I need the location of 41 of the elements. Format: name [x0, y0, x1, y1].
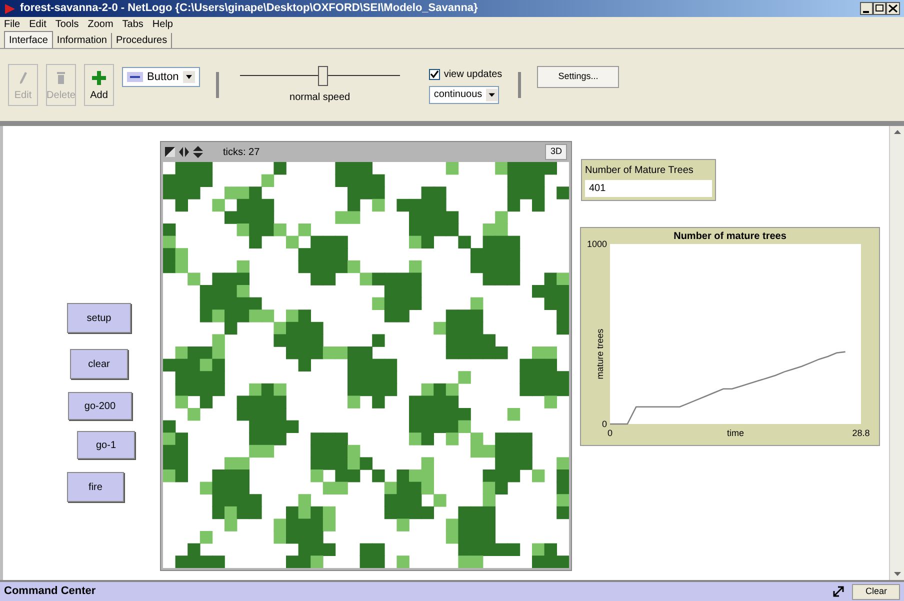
- model-button[interactable]: go-200: [68, 392, 132, 420]
- clear-button[interactable]: Clear: [852, 584, 900, 600]
- speed-slider[interactable]: [240, 66, 400, 86]
- trash-icon: [56, 71, 66, 85]
- pencil-icon: [18, 71, 28, 85]
- update-mode-dropdown[interactable]: continuous: [428, 86, 499, 104]
- monitor-label: Number of Mature Trees: [585, 164, 694, 178]
- plus-icon: [92, 71, 106, 85]
- x-axis-label: time: [727, 428, 744, 438]
- menu-item[interactable]: Tabs: [122, 16, 144, 32]
- model-button[interactable]: clear: [70, 349, 128, 379]
- scrollbar[interactable]: [889, 126, 904, 580]
- y-tick-label: 1000: [586, 239, 607, 249]
- view-updates-checkbox[interactable]: view updates: [428, 66, 502, 82]
- command-center-title: Command Center: [4, 584, 96, 600]
- window-title: forest-savanna-2-0 - NetLogo {C:\Users\ginape\Desktop\OXFORD\SEI\Modelo_Savanna}: [20, 1, 478, 16]
- x-tick-label: 0: [608, 428, 612, 438]
- check-icon: [430, 70, 439, 78]
- tab[interactable]: Interface: [4, 31, 53, 48]
- menu-item[interactable]: Edit: [29, 16, 46, 32]
- menu-item[interactable]: Help: [152, 16, 173, 32]
- speed-label: normal speed: [290, 90, 350, 104]
- button-widget-icon: [127, 72, 143, 82]
- widget-type-dropdown[interactable]: Button: [122, 67, 200, 87]
- menu-item[interactable]: Tools: [55, 16, 79, 32]
- monitor-value: 401: [585, 180, 712, 197]
- y-tick-label: 0: [602, 419, 607, 429]
- model-button[interactable]: go-1: [77, 431, 135, 459]
- x-tick-label: 28.8: [852, 428, 870, 438]
- model-button[interactable]: fire: [67, 472, 124, 502]
- settings-button[interactable]: Settings...: [537, 66, 620, 88]
- add-button[interactable]: Add: [84, 64, 114, 106]
- plot-title: Number of mature trees: [674, 231, 786, 242]
- y-axis-label: mature trees: [595, 328, 605, 380]
- window-controls-icon[interactable]: [860, 2, 900, 15]
- menu-item[interactable]: File: [4, 16, 20, 32]
- three-d-button[interactable]: 3D: [545, 144, 567, 160]
- menu-item[interactable]: Zoom: [88, 16, 114, 32]
- ticks-label: ticks: 27: [223, 146, 260, 160]
- model-button[interactable]: setup: [67, 303, 131, 333]
- expand-icon[interactable]: [833, 586, 844, 597]
